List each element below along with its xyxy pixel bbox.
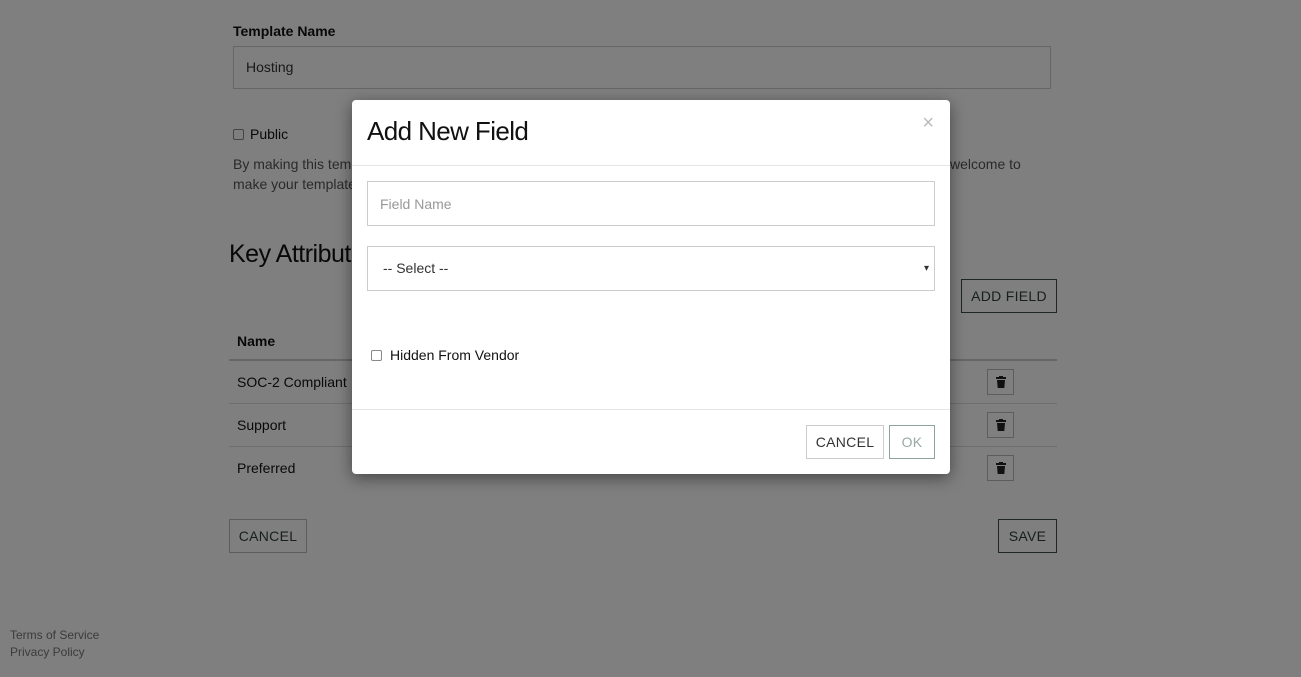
modal-header-divider bbox=[352, 165, 950, 166]
add-new-field-modal: Add New Field × -- Select -- ▾ Hidden Fr… bbox=[352, 100, 950, 474]
modal-footer-divider bbox=[352, 409, 950, 410]
hidden-from-vendor-checkbox[interactable] bbox=[371, 349, 382, 361]
hidden-from-vendor-option[interactable]: Hidden From Vendor bbox=[371, 347, 519, 363]
select-value: -- Select -- bbox=[383, 260, 449, 276]
modal-ok-button[interactable]: OK bbox=[889, 425, 935, 459]
modal-title: Add New Field bbox=[367, 116, 529, 146]
modal-cancel-button[interactable]: CANCEL bbox=[806, 425, 884, 459]
field-type-select[interactable]: -- Select -- ▾ bbox=[367, 246, 935, 291]
hidden-from-vendor-label: Hidden From Vendor bbox=[390, 347, 520, 363]
field-name-input[interactable] bbox=[367, 181, 935, 226]
chevron-down-icon: ▾ bbox=[923, 263, 929, 274]
close-icon[interactable]: × bbox=[922, 112, 934, 135]
